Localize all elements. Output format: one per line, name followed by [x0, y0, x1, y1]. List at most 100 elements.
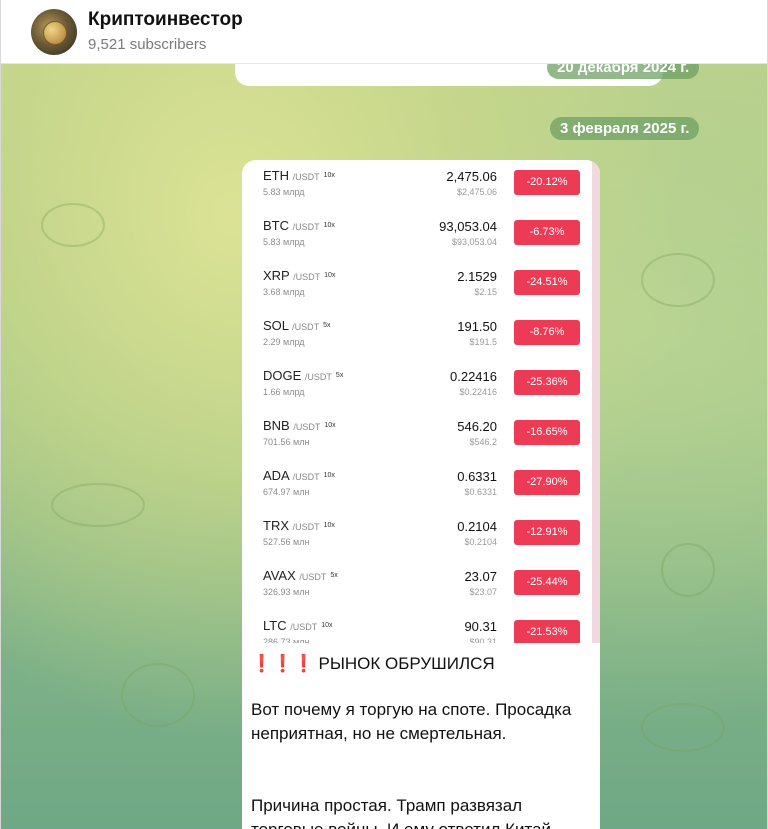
usd-price: $93,053.04	[451, 237, 497, 247]
post-headline: ❗❗❗ РЫНОК ОБРУШИЛСЯ	[251, 652, 593, 676]
post-paragraph: Причина простая. Трамп развязал торговые…	[251, 796, 551, 829]
quote-pair: /USDT	[293, 422, 321, 432]
quote-pair: /USDT	[293, 272, 321, 282]
volume: 5.83 млрд	[263, 237, 305, 247]
change-badge: -6.73%	[514, 220, 580, 245]
leverage-tag: 10x	[324, 422, 336, 429]
last-price: 0.22416	[450, 369, 497, 384]
channel-header[interactable]: Криптоинвестор 9,521 subscribers	[1, 0, 767, 64]
headline-text: РЫНОК ОБРУШИЛСЯ	[318, 654, 495, 673]
quote-pair: /USDT	[292, 472, 320, 482]
last-price: 0.6331	[457, 469, 497, 484]
volume: 674.97 млн	[263, 487, 310, 497]
volume: 286.73 млн	[263, 637, 310, 643]
usd-price: $90.31	[469, 637, 497, 643]
leverage-tag: 5x	[335, 372, 344, 379]
doodle-icon	[51, 483, 145, 527]
coin-icon	[43, 21, 67, 45]
channel-title[interactable]: Криптоинвестор	[88, 9, 243, 31]
channel-post[interactable]: ETH /USDT 10x 5.83 млрд 2,475.06 $2,475.06 -2…	[242, 160, 600, 829]
quote-pair: /USDT	[304, 372, 332, 382]
change-badge: -8.76%	[514, 320, 580, 345]
market-row: BNB /USDT 10x 701.56 млн 546.20 $546.2 -16.65…	[242, 412, 592, 462]
exclamation-icon: ❗❗❗	[251, 654, 315, 673]
market-row: AVAX /USDT 5x 326.93 млн 23.07 $23.07 -25.44%	[242, 562, 592, 612]
change-badge: -20.12%	[514, 170, 580, 195]
market-row: ADA /USDT 10x 674.97 млн 0.6331 $0.6331 -27.9…	[242, 462, 592, 512]
leverage-tag: 10x	[324, 272, 336, 279]
subscriber-count: 9,521 subscribers	[88, 36, 207, 53]
image-edge-strip	[592, 160, 600, 643]
ticker-symbol: ETH /USDT 10x	[263, 168, 335, 183]
market-row: ETH /USDT 10x 5.83 млрд 2,475.06 $2,475.06 -2…	[242, 162, 592, 212]
usd-price: $546.2	[469, 437, 497, 447]
last-price: 0.2104	[457, 519, 497, 534]
volume: 527.56 млн	[263, 537, 310, 547]
usd-price: $0.22416	[459, 387, 497, 397]
ticker-symbol: DOGE /USDT 5x	[263, 368, 344, 383]
channel-avatar[interactable]	[31, 9, 77, 55]
last-price: 90.31	[464, 619, 497, 634]
market-row: LTC /USDT 10x 286.73 млн 90.31 $90.31 -21.53%	[242, 612, 592, 643]
quote-pair: /USDT	[299, 572, 327, 582]
volume: 3.68 млрд	[263, 287, 305, 297]
change-badge: -21.53%	[514, 620, 580, 643]
usd-price: $2.15	[474, 287, 497, 297]
ticker-symbol: AVAX /USDT 5x	[263, 568, 338, 583]
usd-price: $0.6331	[464, 487, 497, 497]
usd-price: $191.5	[469, 337, 497, 347]
leverage-tag: 5x	[323, 322, 331, 329]
market-row: BTC /USDT 10x 5.83 млрд 93,053.04 $93,053.04…	[242, 212, 592, 262]
post-paragraph: Вот почему я торгую на споте. Просадка н…	[251, 700, 572, 743]
volume: 1.66 млрд	[263, 387, 305, 397]
doodle-icon	[41, 203, 105, 247]
leverage-tag: 10x	[323, 222, 335, 229]
quote-pair: /USDT	[292, 522, 320, 532]
quote-pair: /USDT	[292, 322, 320, 332]
change-badge: -16.65%	[514, 420, 580, 445]
last-price: 2.1529	[457, 269, 497, 284]
ticker-symbol: BTC /USDT 10x	[263, 218, 335, 233]
ticker-symbol: LTC /USDT 10x	[263, 618, 333, 633]
ticker-symbol: TRX /USDT 10x	[263, 518, 335, 533]
ticker-symbol: BNB /USDT 10x	[263, 418, 336, 433]
change-badge: -12.91%	[514, 520, 580, 545]
telegram-window: Криптоинвестор 9,521 subscribers 20 дека…	[0, 0, 768, 829]
ticker-symbol: ADA /USDT 10x	[263, 468, 335, 483]
market-row: TRX /USDT 10x 527.56 млн 0.2104 $0.2104 -12.9…	[242, 512, 592, 562]
usd-price: $0.2104	[464, 537, 497, 547]
market-row: DOGE /USDT 5x 1.66 млрд 0.22416 $0.22416 -25.…	[242, 362, 592, 412]
change-badge: -27.90%	[514, 470, 580, 495]
leverage-tag: 10x	[323, 172, 335, 179]
ticker-symbol: XRP /USDT 10x	[263, 268, 336, 283]
leverage-tag: 10x	[323, 472, 335, 479]
last-price: 191.50	[457, 319, 497, 334]
doodle-icon	[641, 253, 715, 307]
change-badge: -25.44%	[514, 570, 580, 595]
doodle-icon	[641, 703, 725, 752]
change-badge: -24.51%	[514, 270, 580, 295]
last-price: 93,053.04	[439, 219, 497, 234]
quote-pair: /USDT	[292, 222, 320, 232]
ticker-symbol: SOL /USDT 5x	[263, 318, 331, 333]
quote-pair: /USDT	[292, 172, 320, 182]
leverage-tag: 10x	[323, 522, 335, 529]
market-row: XRP /USDT 10x 3.68 млрд 2.1529 $2.15 -24.51%	[242, 262, 592, 312]
doodle-icon	[121, 663, 195, 727]
volume: 701.56 млн	[263, 437, 310, 447]
quote-pair: /USDT	[290, 622, 318, 632]
last-price: 546.20	[457, 419, 497, 434]
volume: 2.29 млрд	[263, 337, 305, 347]
change-badge: -25.36%	[514, 370, 580, 395]
usd-price: $2,475.06	[456, 187, 497, 197]
last-price: 23.07	[464, 569, 497, 584]
volume: 326.93 млн	[263, 587, 310, 597]
leverage-tag: 10x	[321, 622, 333, 629]
date-separator: 3 февраля 2025 г.	[550, 117, 700, 140]
volume: 5.83 млрд	[263, 187, 305, 197]
last-price: 2,475.06	[446, 169, 497, 184]
leverage-tag: 5x	[330, 572, 338, 579]
usd-price: $23.07	[469, 587, 497, 597]
post-image-market-table[interactable]: ETH /USDT 10x 5.83 млрд 2,475.06 $2,475.06 -2…	[242, 160, 600, 643]
market-row: SOL /USDT 5x 2.29 млрд 191.50 $191.5 -8.76%	[242, 312, 592, 362]
